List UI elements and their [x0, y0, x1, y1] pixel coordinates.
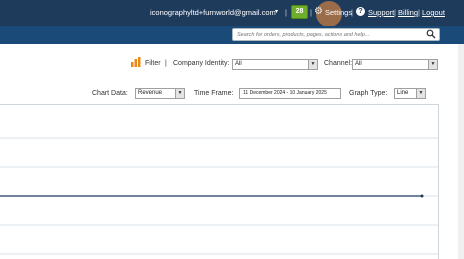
filter-bar: Filter | Company Identity: All ▼ Channel… [0, 54, 448, 74]
line-chart [0, 137, 438, 255]
search-bar-row [0, 26, 464, 44]
time-frame-input[interactable]: 11 December 2024 - 10 January 2025 [239, 88, 341, 99]
chevron-down-icon: ▼ [308, 60, 317, 69]
vertical-scrollbar[interactable] [458, 44, 464, 259]
chevron-down-icon: ▼ [175, 89, 184, 98]
chevron-down-icon: ▼ [428, 60, 437, 69]
channel-value: All [355, 61, 362, 67]
chart-controls: Chart Data: Revenue ▼ Time Frame: 11 Dec… [0, 86, 448, 102]
search-icon[interactable] [426, 29, 436, 39]
settings-link[interactable]: Settings [325, 8, 352, 17]
global-search-input[interactable] [232, 28, 440, 41]
notifications-badge[interactable]: 28 [291, 5, 308, 19]
support-link[interactable]: Support [368, 8, 394, 17]
chart-data-label: Chart Data: [92, 90, 128, 97]
company-identity-value: All [235, 61, 242, 67]
chart-data-value: Revenue [138, 90, 163, 96]
logout-link[interactable]: Logout [422, 8, 445, 17]
company-identity-label: Company Identity: [173, 60, 230, 67]
company-identity-select[interactable]: All ▼ [232, 59, 318, 70]
chevron-down-icon: ▼ [416, 89, 425, 98]
account-email[interactable]: iconographyltd+furnworld@gmail.com [150, 8, 276, 17]
bar-chart-icon [131, 57, 141, 67]
help-icon[interactable]: ? [356, 7, 365, 16]
nav-separator: | [285, 8, 287, 17]
filter-label[interactable]: Filter [145, 60, 161, 67]
graph-type-value: Line [397, 90, 409, 96]
time-frame-label: Time Frame: [194, 90, 234, 97]
billing-link[interactable]: Billing [398, 8, 418, 17]
chart-data-select[interactable]: Revenue ▼ [135, 88, 185, 99]
top-nav-bar: iconographyltd+furnworld@gmail.com ▾ | 2… [0, 0, 464, 27]
channel-select[interactable]: All ▼ [352, 59, 438, 70]
account-dropdown-caret[interactable]: ▾ [275, 8, 278, 15]
nav-separator: | [394, 8, 396, 17]
nav-separator: | [351, 8, 353, 17]
gear-icon[interactable]: ⚙ [314, 7, 324, 17]
page: iconographyltd+furnworld@gmail.com ▾ | 2… [0, 0, 464, 259]
filter-separator: | [165, 60, 167, 67]
channel-label: Channel: [324, 60, 353, 67]
data-point[interactable] [420, 194, 424, 198]
nav-separator: | [310, 8, 312, 17]
graph-type-label: Graph Type: [349, 90, 388, 97]
graph-type-select[interactable]: Line ▼ [394, 88, 426, 99]
nav-separator: | [418, 8, 420, 17]
